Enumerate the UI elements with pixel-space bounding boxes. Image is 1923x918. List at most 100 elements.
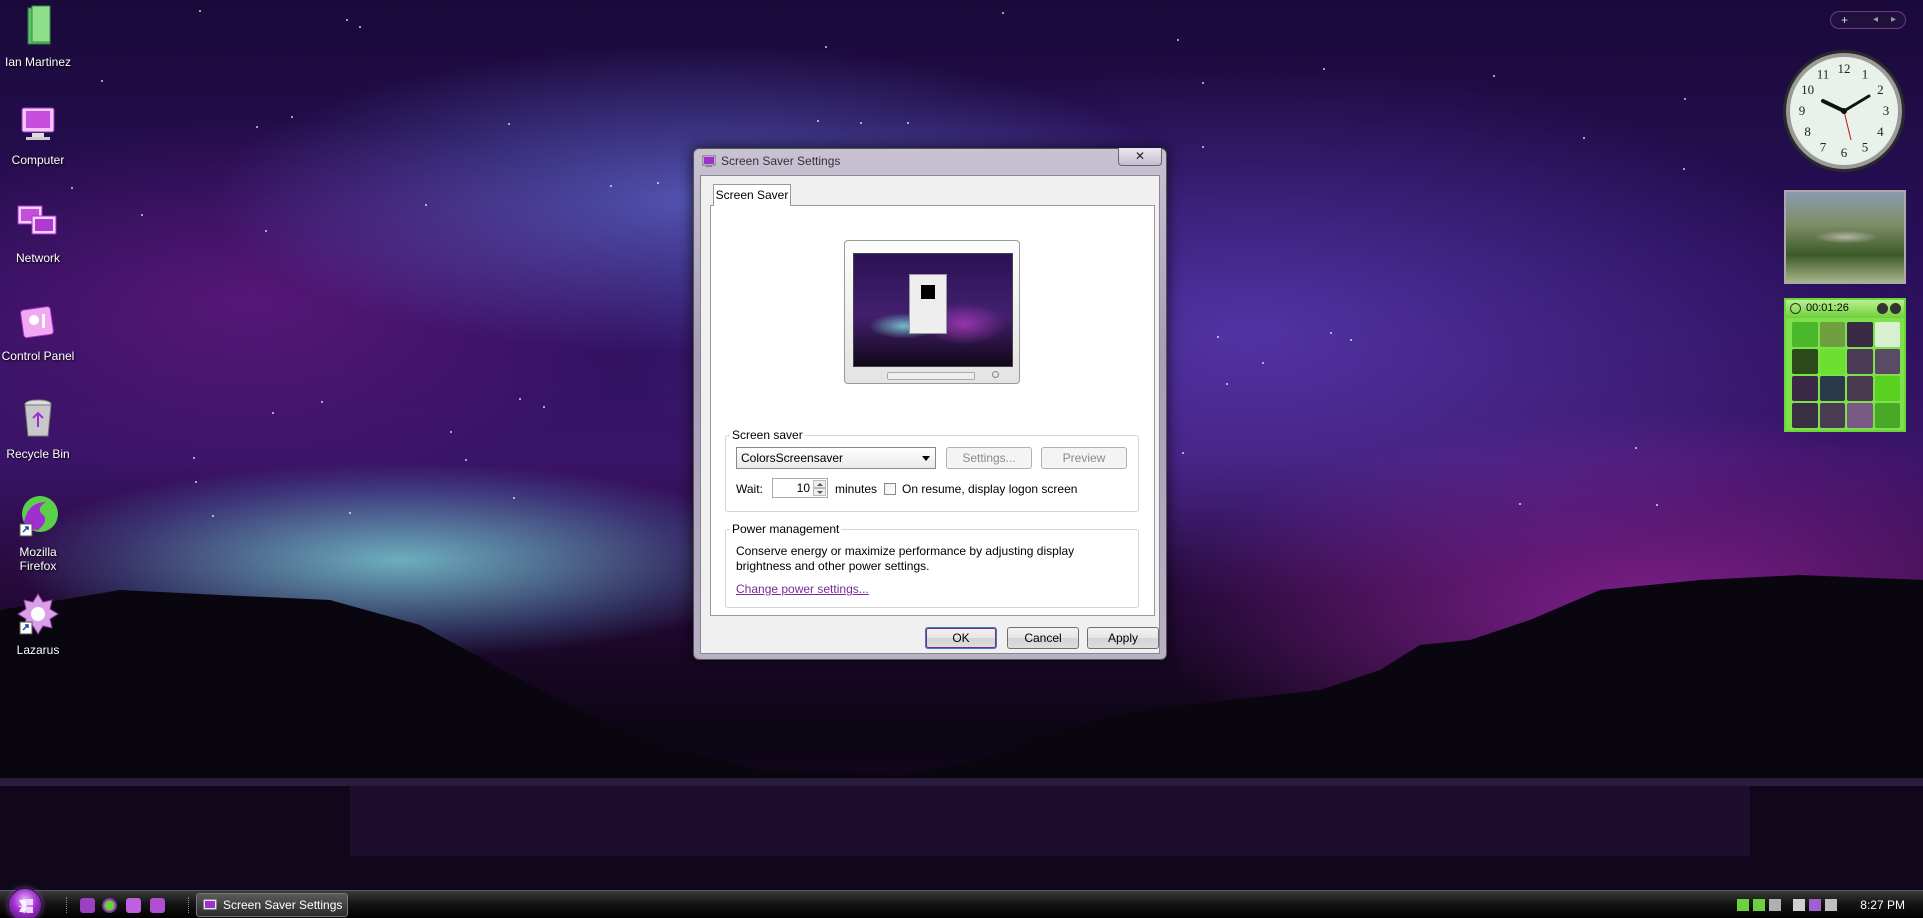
control-panel-icon bbox=[20, 306, 54, 339]
desktop-icon-user-folder[interactable]: Ian Martinez bbox=[0, 4, 76, 69]
star bbox=[212, 515, 214, 517]
preview-button[interactable]: Preview bbox=[1041, 447, 1127, 469]
slideshow-gadget[interactable] bbox=[1784, 190, 1906, 284]
star bbox=[907, 122, 909, 124]
quick-launch-show-desktop-icon[interactable] bbox=[126, 898, 141, 913]
desktop-icon-lazarus[interactable]: Lazarus bbox=[0, 592, 76, 657]
puzzle-tile[interactable] bbox=[1874, 349, 1900, 374]
on-resume-label[interactable]: On resume, display logon screen bbox=[902, 482, 1077, 496]
wait-minutes-value: 10 bbox=[796, 481, 810, 495]
desktop-icon-network[interactable]: Network bbox=[0, 200, 76, 265]
star bbox=[450, 431, 452, 433]
puzzle-tile[interactable] bbox=[1819, 349, 1845, 374]
star bbox=[265, 230, 267, 232]
clock-number: 12 bbox=[1838, 61, 1851, 76]
puzzle-tile[interactable] bbox=[1847, 322, 1873, 347]
recycle-bin-icon bbox=[24, 399, 52, 437]
puzzle-tile[interactable] bbox=[1874, 376, 1900, 401]
quick-launch-lazarus-icon[interactable] bbox=[80, 898, 95, 913]
desktop-icon-recycle-bin[interactable]: Recycle Bin bbox=[0, 396, 76, 461]
tab-screen-saver[interactable]: Screen Saver bbox=[713, 184, 791, 206]
puzzle-tile[interactable] bbox=[1847, 376, 1873, 401]
screen-saver-dropdown[interactable]: ColorsScreensaver bbox=[736, 447, 936, 469]
tab-page-screen-saver: Screen saver ColorsScreensaver Settings.… bbox=[710, 205, 1155, 616]
desktop-icon-firefox[interactable]: Mozilla Firefox bbox=[0, 494, 76, 573]
puzzle-tile[interactable] bbox=[1819, 403, 1845, 428]
screen-saver-title-icon bbox=[702, 155, 716, 167]
puzzle-tile[interactable] bbox=[1847, 349, 1873, 374]
ok-button[interactable]: OK bbox=[925, 627, 997, 649]
taskbar-item-screen-saver-settings[interactable]: Screen Saver Settings bbox=[196, 893, 348, 917]
tray-gadget-icon[interactable] bbox=[1769, 899, 1781, 911]
sidebar-prev-button[interactable]: ◂ bbox=[1873, 12, 1878, 28]
clock-number: 11 bbox=[1817, 67, 1830, 82]
tray-gadget-icon[interactable] bbox=[1753, 899, 1765, 911]
settings-button[interactable]: Settings... bbox=[946, 447, 1032, 469]
desktop-icon-control-panel[interactable]: Control Panel bbox=[0, 298, 76, 363]
star bbox=[1002, 12, 1004, 14]
dialog-client-area: Screen Saver Screen saver ColorsScreensa… bbox=[700, 175, 1160, 654]
puzzle-tile[interactable] bbox=[1874, 403, 1900, 428]
star bbox=[321, 401, 323, 403]
puzzle-tile[interactable] bbox=[1792, 376, 1818, 401]
tray-gadget-icon[interactable] bbox=[1737, 899, 1749, 911]
clock-number: 10 bbox=[1801, 82, 1814, 97]
taskbar-clock[interactable]: 8:27 PM bbox=[1860, 898, 1905, 912]
tray-volume-icon[interactable] bbox=[1825, 899, 1837, 911]
stepper-up-icon[interactable] bbox=[813, 480, 826, 488]
star bbox=[1683, 168, 1685, 170]
puzzle-help-icon[interactable] bbox=[1877, 303, 1888, 314]
wait-minutes-stepper[interactable]: 10 bbox=[772, 478, 828, 498]
firefox-icon bbox=[19, 496, 58, 537]
star bbox=[1182, 452, 1184, 454]
screen-saver-preview-monitor bbox=[844, 240, 1020, 384]
chevron-down-icon bbox=[922, 456, 930, 461]
system-tray: 8:27 PM bbox=[1723, 891, 1923, 918]
clock-gadget[interactable]: 12 12 3 45678 9 1011 bbox=[1781, 48, 1907, 174]
change-power-settings-link[interactable]: Change power settings... bbox=[736, 582, 869, 596]
puzzle-tile[interactable] bbox=[1819, 322, 1845, 347]
power-management-legend: Power management bbox=[732, 522, 840, 536]
sidebar-next-button[interactable]: ▸ bbox=[1891, 12, 1896, 28]
star bbox=[425, 204, 427, 206]
user-folder-icon bbox=[27, 5, 51, 45]
sidebar-add-gadget-button[interactable]: + bbox=[1841, 12, 1848, 28]
star bbox=[1217, 336, 1219, 338]
monitor-power-icon bbox=[992, 371, 999, 378]
monitor-base bbox=[887, 372, 975, 380]
quick-launch-firefox-icon[interactable] bbox=[102, 898, 117, 913]
desktop-icon-label: Computer bbox=[11, 153, 65, 167]
close-button[interactable]: ✕ bbox=[1118, 148, 1162, 166]
puzzle-tile[interactable] bbox=[1792, 322, 1818, 347]
apply-button[interactable]: Apply bbox=[1087, 627, 1159, 649]
puzzle-tile[interactable] bbox=[1874, 322, 1900, 347]
star bbox=[346, 19, 348, 21]
puzzle-grid[interactable] bbox=[1792, 322, 1900, 428]
quick-launch-grip bbox=[66, 897, 69, 913]
network-icon bbox=[17, 205, 57, 235]
screen-saver-group: Screen saver bbox=[725, 428, 1139, 512]
star bbox=[543, 406, 545, 408]
puzzle-tile[interactable] bbox=[1792, 349, 1818, 374]
puzzle-tile[interactable] bbox=[1792, 403, 1818, 428]
tray-usb-icon[interactable] bbox=[1793, 899, 1805, 911]
screen-saver-selected: ColorsScreensaver bbox=[741, 451, 844, 465]
star bbox=[610, 185, 612, 187]
puzzle-tile[interactable] bbox=[1819, 376, 1845, 401]
tray-network-icon[interactable] bbox=[1809, 899, 1821, 911]
start-button[interactable] bbox=[8, 888, 42, 918]
puzzle-shuffle-icon[interactable] bbox=[1890, 303, 1901, 314]
star bbox=[519, 398, 521, 400]
cancel-button[interactable]: Cancel bbox=[1007, 627, 1079, 649]
dialog-titlebar[interactable]: Screen Saver Settings ✕ bbox=[694, 148, 1166, 173]
clock-number: 4 bbox=[1877, 124, 1884, 139]
quick-launch-switch-windows-icon[interactable] bbox=[150, 898, 165, 913]
desktop-icon-computer[interactable]: Computer bbox=[0, 102, 76, 167]
star bbox=[1262, 362, 1264, 364]
stepper-down-icon[interactable] bbox=[813, 488, 826, 496]
screen-saver-settings-dialog: Screen Saver Settings ✕ Screen Saver Scr… bbox=[693, 148, 1167, 660]
on-resume-checkbox[interactable] bbox=[884, 483, 896, 495]
puzzle-tile[interactable] bbox=[1847, 403, 1873, 428]
star bbox=[199, 10, 201, 12]
picture-puzzle-gadget[interactable]: 00:01:26 bbox=[1784, 298, 1906, 432]
